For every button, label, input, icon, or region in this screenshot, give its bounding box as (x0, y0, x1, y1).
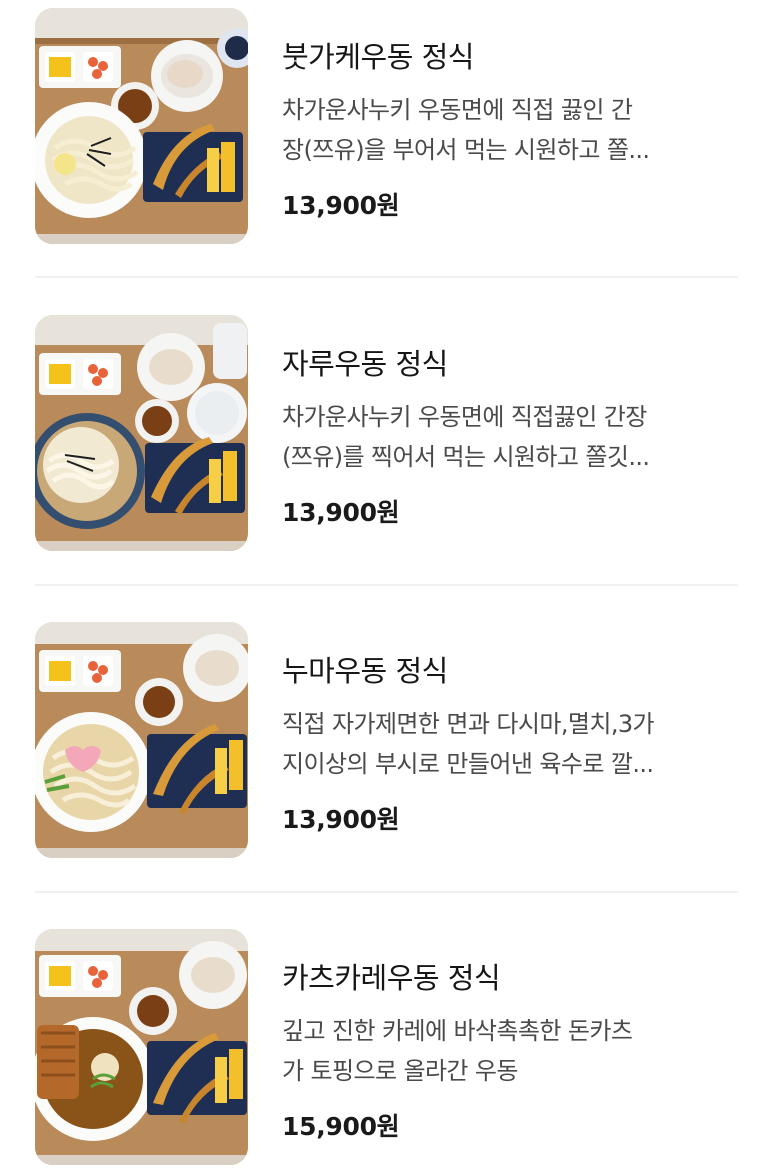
menu-item-name: 붓가케우동 정식 (282, 40, 474, 74)
description-line: 차가운사누키 우동면에 직접끓인 간장 (282, 403, 647, 431)
menu-item-image[interactable] (35, 8, 248, 244)
menu-item-image[interactable] (35, 929, 248, 1165)
menu-item-description: 깊고 진한 카레에 바삭촉촉한 돈카츠 가 토핑으로 올라간 우동 (282, 1011, 742, 1091)
katsu-curry-udon-photo-icon (35, 929, 248, 1165)
menu-item-price: 13,900원 (282, 191, 400, 220)
menu-item-price: 15,900원 (282, 1112, 400, 1141)
menu-item-name: 자루우동 정식 (282, 347, 448, 381)
divider (35, 276, 738, 278)
divider (35, 891, 738, 893)
menu-item-price: 13,900원 (282, 805, 400, 834)
description-line: 가 토핑으로 올라간 우동 (282, 1057, 518, 1085)
menu-item-description: 직접 자가제면한 면과 다시마,멸치,3가 지이상의 부시로 만들어낸 육수로 … (282, 704, 742, 784)
menu-item-description: 차가운사누키 우동면에 직접 끓인 간 장(쯔유)을 부어서 먹는 시원하고 쫄… (282, 90, 742, 170)
description-line: 지이상의 부시로 만들어낸 육수로 깔... (282, 750, 654, 778)
menu-item-zaru-udon[interactable]: 자루우동 정식 차가운사누키 우동면에 직접끓인 간장 (쯔유)를 찍어서 먹는… (35, 315, 738, 555)
numa-udon-photo-icon (35, 622, 248, 858)
description-line: 직접 자가제면한 면과 다시마,멸치,3가 (282, 710, 655, 738)
zaru-udon-photo-icon (35, 315, 248, 551)
description-line: 차가운사누키 우동면에 직접 끓인 간 (282, 96, 633, 124)
menu-list: 붓가케우동 정식 차가운사누키 우동면에 직접 끓인 간 장(쯔유)을 부어서 … (0, 0, 773, 1172)
menu-item-numa-udon[interactable]: 누마우동 정식 직접 자가제면한 면과 다시마,멸치,3가 지이상의 부시로 만… (35, 622, 738, 862)
bukkake-udon-photo-icon (35, 8, 248, 244)
menu-item-name: 누마우동 정식 (282, 654, 448, 688)
description-line: (쯔유)를 찍어서 먹는 시원하고 쫄깃... (282, 443, 650, 471)
menu-item-price: 13,900원 (282, 498, 400, 527)
menu-item-katsu-curry-udon[interactable]: 카츠카레우동 정식 깊고 진한 카레에 바삭촉촉한 돈카츠 가 토핑으로 올라간… (35, 929, 738, 1169)
menu-item-name: 카츠카레우동 정식 (282, 961, 501, 995)
menu-item-image[interactable] (35, 315, 248, 551)
divider (35, 584, 738, 586)
menu-item-image[interactable] (35, 622, 248, 858)
description-line: 깊고 진한 카레에 바삭촉촉한 돈카츠 (282, 1017, 633, 1045)
description-line: 장(쯔유)을 부어서 먹는 시원하고 쫄... (282, 136, 650, 164)
menu-item-bukkake-udon[interactable]: 붓가케우동 정식 차가운사누키 우동면에 직접 끓인 간 장(쯔유)을 부어서 … (35, 8, 738, 248)
menu-item-description: 차가운사누키 우동면에 직접끓인 간장 (쯔유)를 찍어서 먹는 시원하고 쫄깃… (282, 397, 742, 477)
